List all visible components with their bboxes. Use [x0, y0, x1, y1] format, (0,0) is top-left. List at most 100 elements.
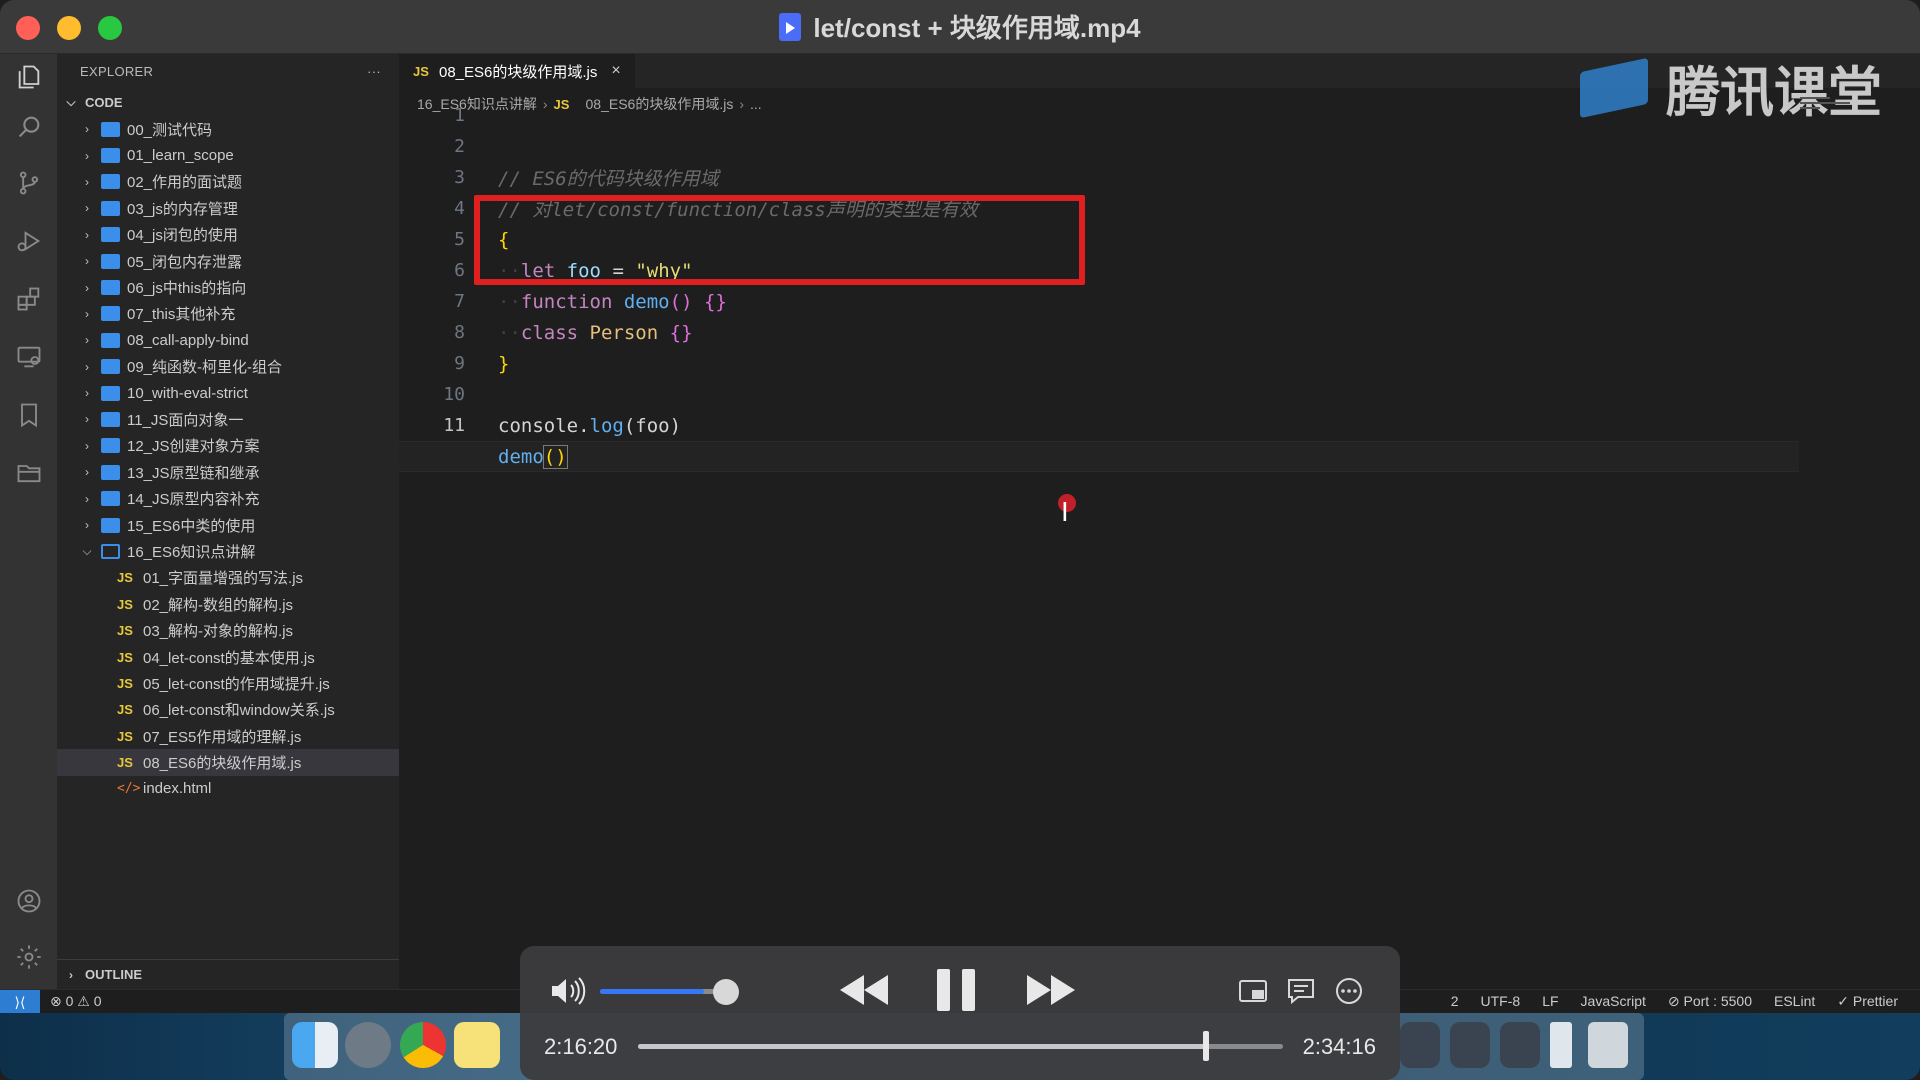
folder-item[interactable]: › 07_this其他补充	[57, 301, 399, 327]
folder-item[interactable]: › 08_call-apply-bind	[57, 327, 399, 353]
folder-item[interactable]: › 13_JS原型链和继承	[57, 459, 399, 485]
chrome-icon[interactable]	[400, 1022, 446, 1068]
problems-indicator[interactable]: ⊗ 0 ⚠ 0	[50, 993, 102, 1010]
file-item[interactable]: JS 02_解构-数组的解构.js	[57, 591, 399, 617]
folder-item[interactable]: › 12_JS创建对象方案	[57, 433, 399, 459]
folder-view-icon[interactable]	[14, 458, 44, 488]
editor-pane: JS 08_ES6的块级作用域.js × 腾讯课堂 16_ES6知识点讲解 › …	[399, 54, 1920, 989]
workspace-section-header[interactable]: ⌵ CODE	[57, 88, 399, 116]
folder-item[interactable]: › 09_纯函数-柯里化-组合	[57, 354, 399, 380]
status-item[interactable]: 2	[1451, 993, 1459, 1010]
folder-item[interactable]: › 02_作用的面试题	[57, 169, 399, 195]
folder-item[interactable]: › 03_js的内存管理	[57, 195, 399, 221]
chevron-right-icon: ›	[69, 967, 73, 982]
tab-active-file[interactable]: JS 08_ES6的块级作用域.js ×	[399, 54, 635, 88]
volume-knob[interactable]	[713, 979, 739, 1005]
seek-knob[interactable]	[1202, 1031, 1209, 1061]
file-item[interactable]: JS 03_解构-对象的解构.js	[57, 617, 399, 643]
folder-item[interactable]: › 00_测试代码	[57, 116, 399, 142]
fast-forward-button[interactable]	[1025, 966, 1077, 1014]
code-area[interactable]: 123456789101112 // ES6的代码块级作用域 // 对let/c…	[399, 105, 1920, 940]
status-item[interactable]: ✓ Prettier	[1837, 993, 1898, 1010]
chevron-right-icon: ›	[85, 491, 89, 506]
chevron-right-icon: ›	[85, 122, 89, 137]
file-item[interactable]: JS 01_字面量增强的写法.js	[57, 565, 399, 591]
line-number-row: 10	[399, 379, 469, 410]
explorer-icon[interactable]	[14, 62, 44, 92]
folder-icon	[101, 227, 120, 243]
run-debug-icon[interactable]	[14, 226, 44, 256]
bookmark-icon[interactable]	[14, 400, 44, 430]
status-item[interactable]: UTF-8	[1481, 993, 1521, 1010]
rewind-button[interactable]	[838, 966, 890, 1014]
folder-label: 05_闭包内存泄露	[127, 253, 243, 271]
dock-app-icon[interactable]	[1500, 1022, 1540, 1068]
seek-bar[interactable]	[638, 1044, 1283, 1049]
notes-icon[interactable]	[454, 1022, 500, 1068]
folder-label: 04_js闭包的使用	[127, 227, 238, 245]
close-window-button[interactable]	[16, 16, 40, 40]
folder-label: 12_JS创建对象方案	[127, 438, 260, 456]
folder-label: 06_js中this的指向	[127, 280, 247, 298]
account-icon[interactable]	[14, 886, 44, 916]
file-label: 02_解构-数组的解构.js	[143, 596, 294, 614]
folder-item[interactable]: › 01_learn_scope	[57, 142, 399, 168]
search-icon[interactable]	[14, 112, 44, 142]
settings-gear-icon[interactable]	[14, 942, 44, 972]
trash-icon[interactable]	[1588, 1022, 1628, 1068]
status-right-items: 2 UTF-8 LF JavaScript ⊘ Port : 5500 ESLint ✓ P…	[1451, 993, 1898, 1010]
more-options-icon[interactable]	[1334, 976, 1364, 1006]
file-item[interactable]: JS 06_let-const和window关系.js	[57, 697, 399, 723]
status-item[interactable]: LF	[1542, 993, 1558, 1010]
picture-in-picture-icon[interactable]	[1238, 976, 1268, 1006]
document-icon[interactable]	[1550, 1022, 1572, 1068]
status-item[interactable]: ⊘ Port : 5500	[1668, 993, 1752, 1010]
status-item[interactable]: JavaScript	[1581, 993, 1646, 1010]
folder-item[interactable]: › 04_js闭包的使用	[57, 222, 399, 248]
volume-icon[interactable]	[550, 976, 586, 1006]
subtitles-icon[interactable]	[1286, 976, 1316, 1006]
file-item[interactable]: JS 04_let-const的基本使用.js	[57, 644, 399, 670]
folder-item[interactable]: › 15_ES6中类的使用	[57, 512, 399, 538]
html-file-item[interactable]: </> index.html	[57, 776, 399, 802]
chevron-right-icon: ›	[85, 148, 89, 163]
file-item[interactable]: JS 05_let-const的作用域提升.js	[57, 670, 399, 696]
folder-item[interactable]: › 10_with-eval-strict	[57, 380, 399, 406]
zoom-window-button[interactable]	[98, 16, 122, 40]
volume-slider[interactable]	[600, 989, 730, 994]
extensions-icon[interactable]	[14, 284, 44, 314]
folder-item[interactable]: › 14_JS原型内容补充	[57, 485, 399, 511]
seek-fill	[638, 1044, 1206, 1049]
demo-call-statement: demo()	[498, 444, 568, 469]
remote-explorer-icon[interactable]	[14, 342, 44, 372]
folder-icon	[101, 491, 120, 507]
file-label: 03_解构-对象的解构.js	[143, 623, 294, 641]
close-tab-icon[interactable]: ×	[611, 62, 620, 80]
folder-item[interactable]: › 06_js中this的指向	[57, 274, 399, 300]
chevron-right-icon: ›	[85, 359, 89, 374]
folder-label: 08_call-apply-bind	[127, 331, 249, 349]
dock-app-icon[interactable]	[1400, 1022, 1440, 1068]
file-label: 01_字面量增强的写法.js	[143, 570, 304, 588]
folder-item[interactable]: › 11_JS面向对象一	[57, 406, 399, 432]
launchpad-icon[interactable]	[345, 1022, 391, 1068]
line-number: 2	[454, 136, 465, 157]
more-actions-button[interactable]: ···	[367, 64, 381, 79]
js-file-icon: JS	[117, 596, 133, 612]
folder-label: 00_测试代码	[127, 121, 213, 139]
file-item[interactable]: JS 07_ES5作用域的理解.js	[57, 723, 399, 749]
pause-button[interactable]	[933, 966, 979, 1014]
folder-item[interactable]: › 05_闭包内存泄露	[57, 248, 399, 274]
source-control-icon[interactable]	[14, 168, 44, 198]
tab-label: 08_ES6的块级作用域.js	[439, 63, 598, 81]
dock-app-icon[interactable]	[1450, 1022, 1490, 1068]
finder-icon[interactable]	[292, 1022, 338, 1068]
outline-section-header[interactable]: › OUTLINE	[57, 959, 399, 989]
status-item[interactable]: ESLint	[1774, 993, 1815, 1010]
open-folder-item[interactable]: ⌵ 16_ES6知识点讲解	[57, 538, 399, 564]
remote-indicator-button[interactable]: ⟩⟨	[0, 990, 40, 1014]
breadcrumb-symbol[interactable]: ...	[750, 96, 762, 112]
file-item-selected[interactable]: JS 08_ES6的块级作用域.js	[57, 749, 399, 776]
minimize-window-button[interactable]	[57, 16, 81, 40]
breadcrumb-file[interactable]: 08_ES6的块级作用域.js	[586, 94, 734, 114]
